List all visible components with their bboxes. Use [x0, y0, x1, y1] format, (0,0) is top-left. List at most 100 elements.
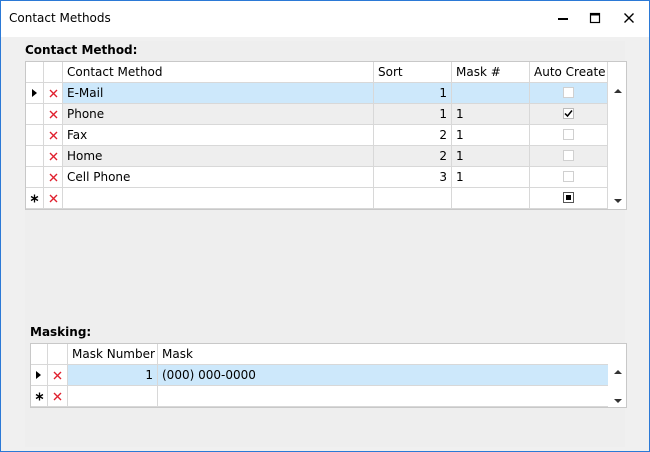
sort-cell[interactable]: 1 — [374, 83, 452, 103]
row-indicator[interactable] — [26, 167, 44, 187]
delete-row-button[interactable] — [44, 167, 63, 187]
auto-create-checkbox[interactable] — [563, 108, 574, 119]
contact-method-label: Contact Method: — [25, 43, 138, 57]
window-title: Contact Methods — [9, 11, 111, 25]
row-pointer-icon — [31, 89, 37, 97]
check-icon — [564, 110, 573, 118]
header-indicator-cell — [26, 62, 44, 82]
row-indicator[interactable] — [26, 188, 44, 208]
auto-create-cell[interactable] — [530, 83, 608, 103]
delete-x-icon — [49, 173, 57, 181]
contact-method-cell[interactable]: Fax — [63, 125, 374, 145]
contact-method-cell[interactable] — [63, 188, 374, 208]
row-indicator[interactable] — [26, 104, 44, 124]
row-pointer-icon — [36, 371, 41, 379]
delete-row-button[interactable] — [44, 125, 63, 145]
header-mask[interactable]: Mask — [158, 344, 608, 364]
delete-row-button[interactable] — [44, 188, 63, 208]
scroll-down-arrow[interactable] — [614, 199, 622, 203]
mask-number-cell[interactable]: 1 — [68, 365, 158, 385]
masking-header-row: Mask Number Mask — [31, 344, 608, 365]
contact-method-cell[interactable]: Cell Phone — [63, 167, 374, 187]
header-delete-cell — [48, 344, 68, 364]
mask-number-cell[interactable] — [68, 386, 158, 406]
delete-row-button[interactable] — [44, 104, 63, 124]
table-row[interactable]: Home 2 1 — [26, 146, 608, 167]
contact-method-scrollbar[interactable] — [610, 62, 626, 209]
auto-create-cell[interactable] — [530, 146, 608, 166]
new-row-asterisk-icon — [35, 392, 43, 400]
contact-methods-window: Contact Methods Contact Method: Contact … — [0, 0, 650, 452]
mask-number-cell[interactable] — [452, 188, 530, 208]
row-indicator[interactable] — [26, 83, 44, 103]
scroll-down-arrow[interactable] — [614, 399, 622, 403]
delete-row-button[interactable] — [48, 386, 68, 406]
table-row[interactable]: Phone 1 1 — [26, 104, 608, 125]
sort-cell[interactable]: 2 — [374, 125, 452, 145]
delete-x-icon — [49, 110, 57, 118]
contact-method-header-row: Contact Method Sort Mask # Auto Create — [26, 62, 608, 83]
contact-method-grid: Contact Method Sort Mask # Auto Create E… — [25, 61, 627, 210]
auto-create-cell[interactable] — [530, 167, 608, 187]
contact-method-cell[interactable]: Phone — [63, 104, 374, 124]
delete-x-icon — [53, 392, 62, 400]
minimize-icon — [558, 18, 568, 20]
row-indicator[interactable] — [26, 125, 44, 145]
mask-number-cell[interactable] — [452, 83, 530, 103]
header-mask-number[interactable]: Mask # — [452, 62, 530, 82]
mask-number-cell[interactable]: 1 — [452, 146, 530, 166]
sort-cell[interactable]: 3 — [374, 167, 452, 187]
header-contact-method[interactable]: Contact Method — [63, 62, 374, 82]
delete-x-icon — [49, 194, 57, 202]
sort-cell[interactable]: 1 — [374, 104, 452, 124]
header-mask-number[interactable]: Mask Number — [68, 344, 158, 364]
new-row[interactable] — [31, 386, 608, 407]
header-indicator-cell — [31, 344, 48, 364]
maximize-button[interactable] — [579, 3, 611, 33]
mask-cell[interactable] — [158, 386, 608, 406]
delete-x-icon — [53, 371, 62, 379]
row-indicator[interactable] — [31, 365, 48, 385]
row-indicator[interactable] — [31, 386, 48, 406]
delete-x-icon — [49, 89, 57, 97]
contact-method-cell[interactable]: Home — [63, 146, 374, 166]
delete-row-button[interactable] — [48, 365, 68, 385]
mask-cell[interactable]: (000) 000-0000 — [158, 365, 608, 385]
minimize-button[interactable] — [547, 3, 579, 33]
table-row[interactable]: E-Mail 1 — [26, 83, 608, 104]
auto-create-checkbox[interactable] — [563, 192, 574, 203]
delete-x-icon — [49, 152, 57, 160]
table-row[interactable]: Fax 2 1 — [26, 125, 608, 146]
new-row[interactable] — [26, 188, 608, 209]
auto-create-checkbox[interactable] — [563, 129, 574, 140]
indeterminate-mark-icon — [566, 195, 571, 200]
close-button[interactable] — [613, 3, 645, 33]
auto-create-cell[interactable] — [530, 125, 608, 145]
header-delete-cell — [44, 62, 63, 82]
title-bar: Contact Methods — [1, 1, 649, 37]
contact-method-cell[interactable]: E-Mail — [63, 83, 374, 103]
masking-grid: Mask Number Mask 1 (000) 000-0000 — [30, 343, 627, 408]
delete-row-button[interactable] — [44, 83, 63, 103]
auto-create-cell[interactable] — [530, 188, 608, 208]
close-icon — [624, 13, 634, 23]
sort-cell[interactable]: 2 — [374, 146, 452, 166]
header-sort[interactable]: Sort — [374, 62, 452, 82]
auto-create-checkbox[interactable] — [563, 87, 574, 98]
auto-create-cell[interactable] — [530, 104, 608, 124]
auto-create-checkbox[interactable] — [563, 150, 574, 161]
scroll-up-arrow[interactable] — [614, 370, 622, 374]
table-row[interactable]: 1 (000) 000-0000 — [31, 365, 608, 386]
scroll-up-arrow[interactable] — [614, 89, 622, 93]
mask-number-cell[interactable]: 1 — [452, 104, 530, 124]
mask-number-cell[interactable]: 1 — [452, 125, 530, 145]
delete-row-button[interactable] — [44, 146, 63, 166]
new-row-asterisk-icon — [30, 194, 39, 202]
header-auto-create[interactable]: Auto Create — [530, 62, 608, 82]
row-indicator[interactable] — [26, 146, 44, 166]
sort-cell[interactable] — [374, 188, 452, 208]
auto-create-checkbox[interactable] — [563, 171, 574, 182]
table-row[interactable]: Cell Phone 3 1 — [26, 167, 608, 188]
mask-number-cell[interactable]: 1 — [452, 167, 530, 187]
masking-scrollbar[interactable] — [610, 344, 626, 407]
